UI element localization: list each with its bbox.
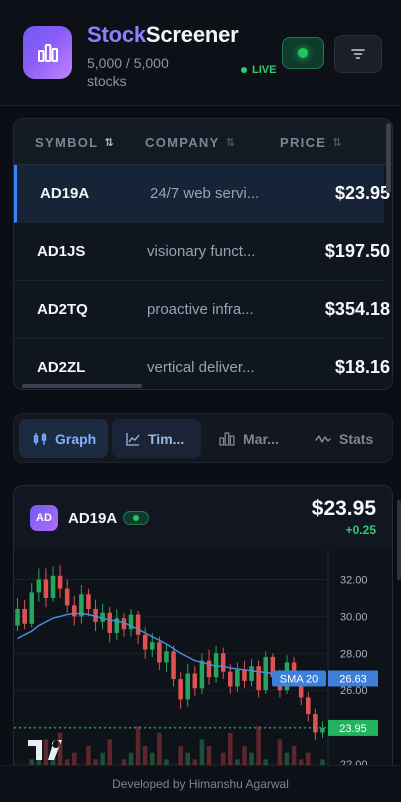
wave-icon — [315, 434, 331, 443]
table-row[interactable]: AD19A 24/7 web servi... $23.95 — [14, 165, 390, 223]
page-scrollbar[interactable] — [397, 500, 401, 580]
bar-chart-icon — [219, 431, 235, 446]
filter-button[interactable] — [334, 35, 382, 73]
row-company: vertical deliver... — [147, 359, 255, 376]
row-company: visionary funct... — [147, 243, 256, 260]
row-company: 24/7 web servi... — [150, 185, 260, 202]
candle — [157, 642, 162, 663]
table-row[interactable]: AD1JS visionary funct... $197.50 — [14, 223, 390, 281]
candle — [235, 669, 240, 687]
chart-change: +0.25 — [345, 523, 376, 537]
candle — [220, 653, 226, 672]
row-price: $18.16 — [334, 357, 390, 377]
sma-line — [17, 612, 323, 680]
candle — [72, 605, 77, 617]
filter-icon — [351, 49, 365, 59]
live-indicator: LIVE — [241, 64, 276, 76]
candle — [135, 614, 141, 635]
row-symbol: AD2TQ — [37, 301, 88, 318]
candle — [178, 679, 183, 700]
candle — [57, 575, 63, 589]
candle — [192, 673, 198, 689]
bar-chart-icon — [37, 43, 58, 62]
candle — [171, 651, 176, 680]
tab-graph[interactable]: Graph — [19, 419, 108, 458]
candle — [107, 612, 112, 633]
symbol-avatar: AD — [30, 505, 58, 531]
candle — [206, 660, 212, 678]
sort-icon: ⇅ — [332, 137, 343, 149]
candle — [29, 592, 34, 624]
table-header: SYMBOL ⇅ COMPANY ⇅ PRICE ⇅ — [14, 119, 392, 165]
tab-market[interactable]: Mar... — [205, 419, 294, 458]
y-tick-label: 26.00 — [340, 685, 368, 697]
live-toggle-button[interactable] — [282, 37, 324, 69]
candle — [22, 609, 27, 624]
candle — [164, 651, 169, 663]
candle — [249, 666, 254, 681]
chart-panel: AD AD19A $23.95 +0.25 32.00 30.00 28.00 26.… — [13, 485, 393, 785]
table-row[interactable]: AD2TQ proactive infra... $354.18 — [14, 281, 390, 339]
candle — [36, 579, 42, 593]
footer-credit: Developed by Himanshu Agarwal — [0, 765, 401, 802]
live-dot-icon — [241, 67, 247, 73]
candlestick-chart[interactable]: 32.0030.0028.0026.0024.0022.00SMA 2026.6… — [14, 550, 393, 785]
candle — [256, 666, 261, 691]
row-price: $23.95 — [334, 183, 390, 203]
row-company: proactive infra... — [147, 301, 254, 318]
candle — [150, 642, 155, 650]
chart-price: $23.95 — [311, 497, 376, 520]
row-symbol: AD2ZL — [37, 359, 86, 376]
candle — [263, 656, 268, 691]
column-header-symbol[interactable]: SYMBOL ⇅ — [35, 135, 115, 150]
table-vertical-scrollbar[interactable] — [386, 123, 391, 193]
candle — [199, 660, 205, 689]
stock-table: SYMBOL ⇅ COMPANY ⇅ PRICE ⇅ AD19A 24/7 web s… — [13, 118, 393, 390]
y-tick-label: 32.00 — [340, 575, 368, 587]
stock-count: 5,000 / 5,000 stocks — [87, 55, 169, 89]
row-symbol: AD1JS — [37, 243, 86, 260]
candle — [50, 575, 56, 598]
row-price: $354.18 — [324, 299, 390, 319]
candle — [142, 634, 148, 650]
view-tabs: Graph Tim... Mar... Stats — [13, 413, 393, 463]
candle — [228, 671, 233, 687]
candlestick-icon — [33, 432, 47, 445]
candle — [313, 714, 318, 733]
candle — [43, 579, 49, 598]
candle — [86, 594, 91, 609]
sma-name-label: SMA 20 — [280, 674, 319, 686]
chart-canvas[interactable]: 32.0030.0028.0026.0024.0022.00SMA 2026.6… — [14, 550, 393, 785]
row-symbol: AD19A — [40, 185, 90, 202]
table-row[interactable]: AD2ZL vertical deliver... $18.16 — [14, 339, 390, 389]
candle — [242, 669, 247, 681]
app-logo — [23, 26, 72, 79]
sort-icon: ⇅ — [225, 137, 237, 149]
status-dot-icon — [298, 48, 308, 58]
sort-active-icon: ⇅ — [104, 137, 115, 149]
candle — [15, 609, 20, 626]
candle — [64, 588, 70, 606]
y-tick-label: 30.00 — [340, 611, 368, 623]
table-horizontal-scrollbar[interactable] — [22, 384, 142, 388]
candle — [320, 727, 325, 733]
chart-symbol: AD19A — [68, 510, 118, 527]
row-price: $197.50 — [324, 241, 390, 261]
live-dot-icon — [133, 515, 139, 521]
sma-value-label: 26.63 — [339, 674, 367, 686]
app-header: StockScreener 5,000 / 5,000 stocks LIVE — [0, 0, 401, 106]
candle — [185, 673, 190, 700]
tab-time[interactable]: Tim... — [112, 419, 201, 458]
column-header-price[interactable]: PRICE ⇅ — [280, 135, 343, 150]
live-status-pill — [123, 511, 149, 525]
tab-stats[interactable]: Stats — [301, 419, 390, 458]
candle — [306, 697, 311, 715]
last-price-label: 23.95 — [339, 723, 367, 735]
line-chart-icon — [126, 432, 140, 446]
column-header-company[interactable]: COMPANY ⇅ — [145, 135, 236, 150]
app-title: StockScreener — [87, 22, 239, 47]
y-tick-label: 28.00 — [340, 648, 368, 660]
